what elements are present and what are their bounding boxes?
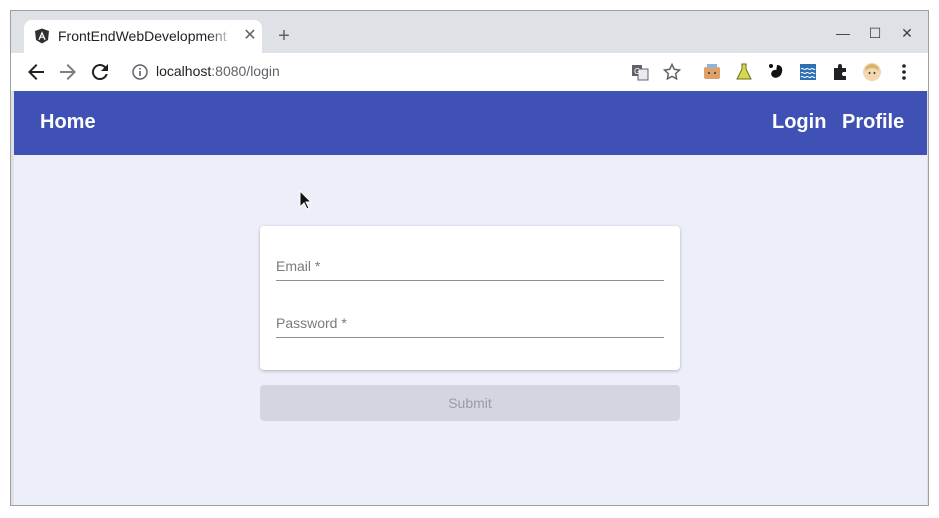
page-content: Home Login Profile Email * Password * Su… bbox=[14, 91, 927, 505]
tab-title: FrontEndWebDevelopment bbox=[58, 28, 227, 44]
browser-window: FrontEndWebDevelopment ✕ + — ☐ ✕ localho… bbox=[10, 10, 929, 506]
nav-profile-link[interactable]: Profile bbox=[842, 111, 904, 134]
puzzle-icon[interactable] bbox=[830, 62, 850, 82]
close-window-icon[interactable]: ✕ bbox=[895, 21, 919, 45]
app-navbar: Home Login Profile bbox=[14, 91, 927, 155]
email-field[interactable]: Email * bbox=[276, 256, 668, 282]
translate-icon[interactable]: G bbox=[630, 62, 650, 82]
site-info-icon[interactable] bbox=[131, 63, 149, 81]
login-form-card: Email * Password * bbox=[260, 226, 680, 370]
url-path: :8080/login bbox=[211, 63, 280, 79]
url-host: localhost bbox=[156, 63, 212, 79]
extension-box-icon[interactable] bbox=[702, 62, 722, 82]
maximize-icon[interactable]: ☐ bbox=[863, 21, 887, 45]
back-arrow-icon[interactable] bbox=[24, 60, 48, 84]
svg-text:G: G bbox=[634, 67, 640, 76]
minimize-icon[interactable]: — bbox=[831, 21, 855, 45]
bookmark-star-icon[interactable] bbox=[662, 62, 682, 82]
extension-wave-icon[interactable] bbox=[798, 62, 818, 82]
nav-home-link[interactable]: Home bbox=[40, 111, 96, 134]
browser-toolbar: localhost:8080/login G bbox=[11, 53, 928, 92]
nav-login-link[interactable]: Login bbox=[772, 111, 826, 134]
address-bar[interactable]: localhost:8080/login bbox=[156, 63, 280, 79]
password-field[interactable]: Password * bbox=[276, 313, 668, 339]
browser-tab[interactable]: FrontEndWebDevelopment ✕ bbox=[24, 20, 262, 53]
submit-button[interactable]: Submit bbox=[260, 385, 680, 421]
reload-icon[interactable] bbox=[88, 60, 112, 84]
password-input[interactable] bbox=[276, 313, 668, 339]
menu-dots-icon[interactable] bbox=[894, 62, 914, 82]
profile-avatar-icon[interactable] bbox=[862, 62, 882, 82]
forward-arrow-icon[interactable] bbox=[56, 60, 80, 84]
angular-favicon-icon bbox=[34, 28, 50, 44]
extension-gnome-icon[interactable] bbox=[766, 62, 786, 82]
extension-flask-icon[interactable] bbox=[734, 62, 754, 82]
email-input[interactable] bbox=[276, 256, 668, 282]
new-tab-icon[interactable]: + bbox=[273, 25, 295, 47]
tab-strip: FrontEndWebDevelopment ✕ + — ☐ ✕ bbox=[11, 11, 928, 53]
mouse-cursor-icon bbox=[299, 189, 313, 210]
tab-close-icon[interactable]: ✕ bbox=[240, 26, 260, 46]
